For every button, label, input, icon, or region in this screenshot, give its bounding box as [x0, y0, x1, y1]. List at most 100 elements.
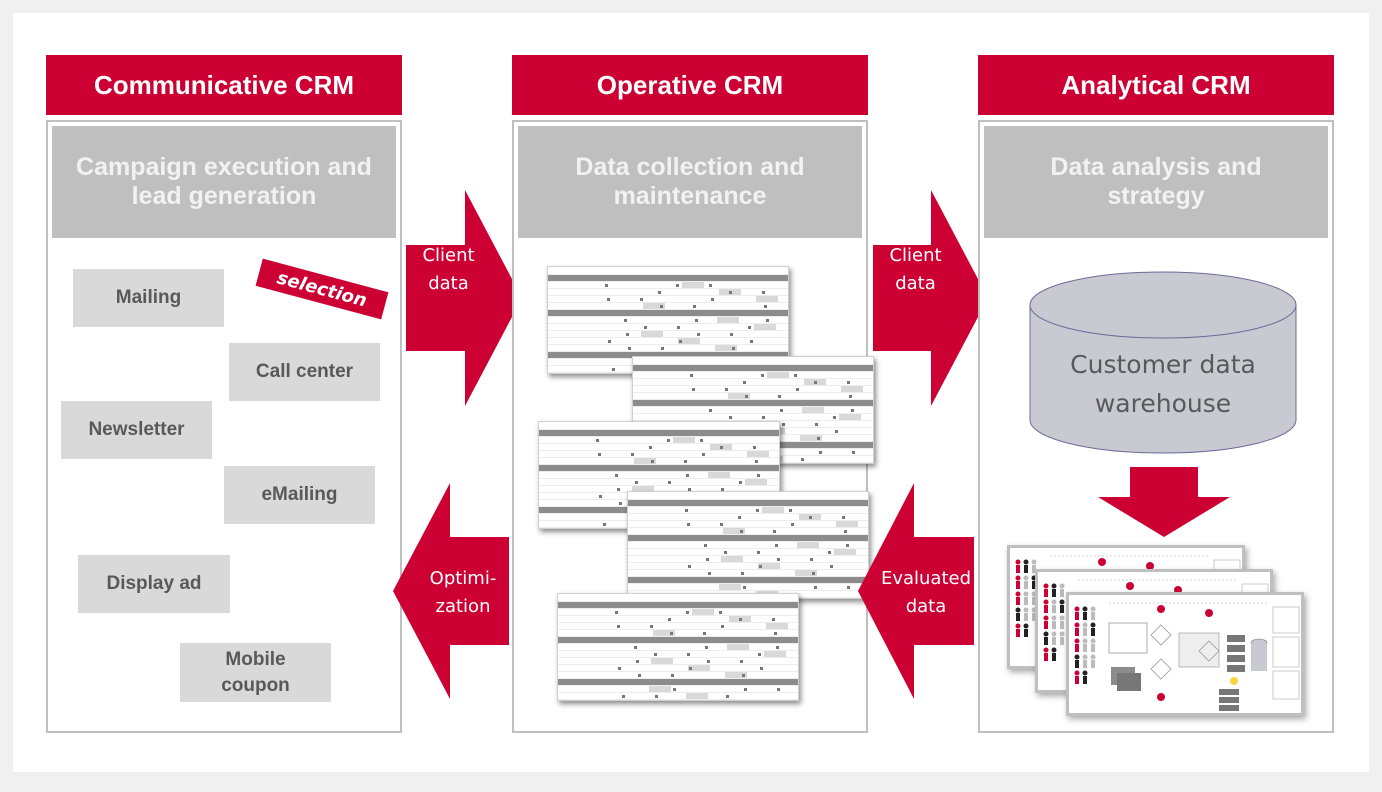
- sheet-group-row: [548, 310, 788, 317]
- sheet-row: [548, 303, 788, 310]
- sheet-mark: [743, 586, 746, 589]
- sheet-shade: [682, 282, 704, 288]
- subheader-line: Data collection and: [575, 153, 805, 181]
- side-list: [1272, 636, 1300, 668]
- sheet-mark: [703, 632, 706, 635]
- sheet-mark: [789, 509, 792, 512]
- sheet-shade: [754, 324, 776, 330]
- sheet-shade: [745, 479, 767, 485]
- sheet-mark: [709, 409, 712, 412]
- person-icon: [1015, 575, 1021, 581]
- sheet-mark: [687, 653, 690, 656]
- sheet-mark: [756, 509, 759, 512]
- sheet-row: [558, 658, 798, 665]
- sheet-mark: [655, 695, 658, 698]
- sheet-row: [548, 317, 788, 324]
- sheet-row: [558, 630, 798, 637]
- sheet-shade: [839, 414, 861, 420]
- sheet-row: [628, 556, 868, 563]
- sheet-mark: [673, 688, 676, 691]
- output-box: [1227, 635, 1245, 642]
- sheet-mark: [686, 611, 689, 614]
- sheet-row: [539, 472, 779, 479]
- sheet-row: [633, 386, 873, 393]
- sheet-row: [628, 492, 868, 500]
- person-icon: [1043, 631, 1049, 637]
- arrow-label-line: Optimi-: [429, 568, 497, 589]
- sheet-group-row: [539, 430, 779, 437]
- person-icon: [1074, 606, 1080, 612]
- operative-crm-title: Operative CRM: [596, 69, 784, 100]
- person-icon: [1043, 599, 1049, 605]
- sheet-mark: [634, 646, 637, 649]
- channel-box: [1219, 689, 1239, 695]
- sheet-mark: [668, 618, 671, 621]
- sheet-row: [558, 623, 798, 630]
- person-icon-body: [1075, 612, 1079, 620]
- person-icon-body: [1083, 612, 1087, 620]
- sheet-mark: [835, 430, 838, 433]
- person-icon: [1051, 599, 1057, 605]
- person-icon-body: [1052, 637, 1056, 645]
- communicative-crm-subheader: Campaign execution and lead generation: [52, 126, 396, 238]
- sheet-row: [628, 570, 868, 577]
- person-icon-body: [1016, 613, 1020, 621]
- sheet-mark: [772, 618, 775, 621]
- sheet-row: [633, 357, 873, 365]
- channel-mobile-coupon-line: Mobile coupon: [221, 648, 290, 696]
- stop-icon: [1157, 693, 1165, 701]
- person-icon-body: [1024, 565, 1028, 573]
- sheet-mark: [815, 423, 818, 426]
- sheet-shade: [841, 386, 863, 392]
- channel-newsletter: Newsletter: [61, 401, 212, 459]
- slide-canvas: Communicative CRM Campaign execution and…: [13, 13, 1369, 772]
- person-icon: [1015, 623, 1021, 629]
- sheet-row: [548, 345, 788, 352]
- sheet-mark: [846, 544, 849, 547]
- sheet-shade: [719, 584, 741, 590]
- sheet-mark: [706, 558, 709, 561]
- analytical-crm-title: Analytical CRM: [1061, 69, 1251, 100]
- side-list: [1272, 606, 1300, 634]
- decision-diamond: [1150, 624, 1172, 646]
- person-icon: [1043, 615, 1049, 621]
- sheet-mark: [738, 516, 741, 519]
- person-icon-body: [1052, 621, 1056, 629]
- lightbulb-icon: [1230, 677, 1238, 685]
- communicative-crm-header: Communicative CRM: [46, 55, 402, 115]
- sheet-mark: [740, 660, 743, 663]
- client-data-label-1: Client data: [406, 242, 491, 298]
- sheet-mark: [847, 586, 850, 589]
- sheet-mark: [704, 544, 707, 547]
- sheet-mark: [624, 319, 627, 322]
- sheet-row: [539, 437, 779, 444]
- client-data-label-2: Client data: [873, 242, 958, 298]
- down-arrow: [1096, 467, 1232, 537]
- side-list: [1272, 670, 1300, 700]
- person-icon-body: [1075, 660, 1079, 668]
- sheet-mark: [689, 667, 692, 670]
- sheet-shade: [721, 556, 743, 562]
- person-icon: [1059, 631, 1065, 637]
- person-icon: [1023, 575, 1029, 581]
- spreadsheet-thumbnail: [627, 491, 869, 599]
- sheet-shade: [802, 407, 824, 413]
- subheader-line: lead generation: [131, 182, 317, 210]
- sheet-mark: [654, 653, 657, 656]
- communicative-crm-title: Communicative CRM: [93, 69, 355, 100]
- sheet-group-row: [628, 577, 868, 584]
- sheet-row: [628, 507, 868, 514]
- sheet-row: [628, 542, 868, 549]
- subheader-line: Campaign execution and: [76, 153, 372, 181]
- sheet-mark: [762, 416, 765, 419]
- sheet-row: [558, 686, 798, 693]
- person-icon-body: [1091, 660, 1095, 668]
- sheet-mark: [690, 374, 693, 377]
- person-icon: [1015, 591, 1021, 597]
- person-icon: [1074, 670, 1080, 676]
- sheet-mark: [708, 572, 711, 575]
- sheet-mark: [607, 298, 610, 301]
- arrow-right-icon: [873, 190, 988, 406]
- person-icon-body: [1052, 589, 1056, 597]
- person-icon: [1082, 622, 1088, 628]
